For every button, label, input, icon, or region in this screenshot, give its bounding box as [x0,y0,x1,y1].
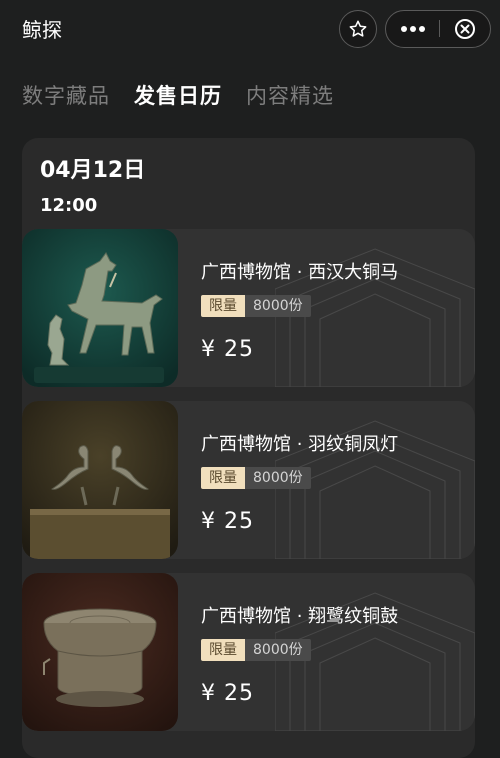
collection-thumbnail [22,401,178,559]
bronze-horse-icon [22,229,178,387]
collection-thumbnail [22,229,178,387]
collection-card[interactable]: 广西博物馆 · 西汉大铜马 限量 8000份 ¥ 25 [22,229,475,387]
limit-badge: 限量 8000份 [201,467,311,489]
bronze-phoenix-lamp-icon [22,401,178,559]
limit-badge: 限量 8000份 [201,295,311,317]
app-title: 鲸探 [22,18,62,42]
bronze-drum-icon [22,573,178,731]
release-time: 12:00 [40,195,98,216]
limit-label: 限量 [201,467,245,489]
close-button[interactable] [440,11,490,46]
collection-name: 广西博物馆 · 翔鹭纹铜鼓 [201,606,399,627]
collection-name: 广西博物馆 · 羽纹铜凤灯 [201,434,399,455]
more-button[interactable] [386,11,439,46]
collection-thumbnail [22,573,178,731]
collection-price: ¥ 25 [201,681,254,706]
release-date: 04月12日 [40,158,146,183]
tab-release-calendar[interactable]: 发售日历 [134,80,222,114]
tab-featured-content[interactable]: 内容精选 [246,80,334,114]
limit-count: 8000份 [245,467,311,489]
collection-price: ¥ 25 [201,337,254,362]
close-circle-icon [455,18,475,39]
limit-count: 8000份 [245,639,311,661]
limit-badge: 限量 8000份 [201,639,311,661]
top-bar: 鲸探 [0,0,500,58]
limit-count: 8000份 [245,295,311,317]
limit-label: 限量 [201,639,245,661]
limit-label: 限量 [201,295,245,317]
collection-name: 广西博物馆 · 西汉大铜马 [201,262,399,283]
release-panel: 04月12日 12:00 广西博物馆 · 西汉大铜马 限量 8000份 ¥ 25… [22,138,475,758]
favorite-button[interactable] [339,10,377,48]
collection-card[interactable]: 广西博物馆 · 翔鹭纹铜鼓 限量 8000份 ¥ 25 [22,573,475,731]
star-icon [349,20,367,37]
tab-digital-collections[interactable]: 数字藏品 [22,80,110,114]
mini-program-capsule [385,10,491,48]
more-dots-icon [400,25,425,32]
collection-price: ¥ 25 [201,509,254,534]
collection-card[interactable]: 广西博物馆 · 羽纹铜凤灯 限量 8000份 ¥ 25 [22,401,475,559]
category-tabs: 数字藏品 发售日历 内容精选 [22,80,334,114]
